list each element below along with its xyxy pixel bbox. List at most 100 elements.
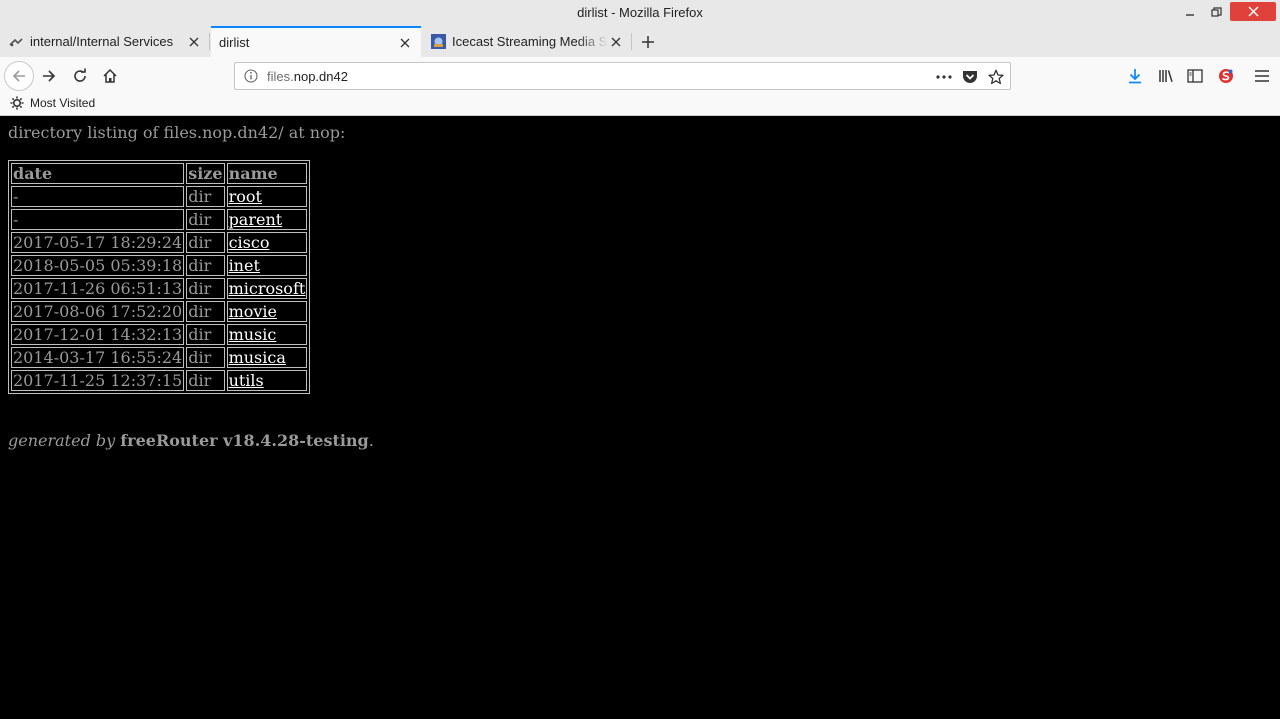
close-icon [400,38,410,47]
home-button[interactable] [99,66,121,86]
icecast-icon [430,34,446,50]
gear-icon [10,96,24,110]
tab-icecast[interactable]: Icecast Streaming Media Server [422,26,632,57]
tab-close-button[interactable] [397,35,413,51]
close-icon [611,37,621,46]
directory-link-inet[interactable]: inet [229,256,260,275]
row-name-cell: inet [226,255,308,276]
table-row: 2017-11-25 12:37:15 dir utils [11,370,308,391]
url-text[interactable]: files.nop.dn42 [267,69,348,84]
url-bar[interactable]: files.nop.dn42 [234,62,1011,90]
forward-button[interactable] [38,66,60,86]
column-header-date: date [11,163,185,184]
window-title: dirlist - Mozilla Firefox [577,5,703,20]
row-name-cell: parent [226,209,308,230]
tab-strip: internal/Internal Services dirlist Iceca… [0,26,1280,57]
row-size: dir [186,186,225,207]
close-window-button[interactable] [1230,2,1276,21]
row-date: 2017-05-17 18:29:24 [11,232,185,253]
row-date: 2017-08-06 17:52:20 [11,301,185,322]
pocket-button[interactable] [961,68,979,86]
close-icon [189,37,199,46]
directory-link-parent[interactable]: parent [229,210,283,229]
row-date: - [11,186,185,207]
reload-button[interactable] [69,66,91,86]
row-size: dir [186,370,225,391]
row-name-cell: root [226,186,308,207]
directory-link-musica[interactable]: musica [229,348,286,367]
bookmark-label: Most Visited [30,96,96,110]
tab-label: dirlist [219,35,250,50]
row-date: - [11,209,185,230]
table-row: - dir parent [11,209,308,230]
menu-button[interactable] [1251,66,1273,86]
table-row: 2018-05-05 05:39:18 dir inet [11,255,308,276]
site-info-icon[interactable] [244,69,258,83]
sidebar-icon [1187,69,1203,83]
tab-close-button[interactable] [608,34,624,50]
footer-period: . [368,431,374,450]
tab-dirlist[interactable]: dirlist [211,26,421,57]
table-row: - dir root [11,186,308,207]
tab-label: Icecast Streaming Media Server [452,34,608,49]
library-icon [1159,70,1173,83]
table-row: 2017-11-26 06:51:13 dir microsoft [11,278,308,299]
minimize-icon [1186,14,1194,16]
page-content: directory listing of files.nop.dn42/ at … [0,117,1280,719]
back-button[interactable] [4,61,34,91]
directory-table: date size name - dir root - dir parent 2… [8,160,311,394]
directory-link-utils[interactable]: utils [229,371,264,390]
tab-internal-services[interactable]: internal/Internal Services [0,26,210,57]
directory-link-movie[interactable]: movie [229,302,277,321]
reload-icon [74,68,86,82]
navigation-toolbar: files.nop.dn42 [0,57,1280,94]
row-date: 2017-12-01 14:32:13 [11,324,185,345]
star-icon [988,69,1004,85]
bookmarks-toolbar: Most Visited [0,94,1280,116]
extension-icon [1219,69,1233,83]
bookmark-most-visited[interactable]: Most Visited [10,96,95,110]
arrow-right-icon [43,70,56,82]
tab-label: internal/Internal Services [30,34,174,49]
download-icon [1129,69,1141,84]
row-name-cell: music [226,324,308,345]
directory-link-root[interactable]: root [229,187,262,206]
footer-product: freeRouter v18.4.28-testing [120,431,369,450]
table-row: 2017-12-01 14:32:13 dir music [11,324,308,345]
library-button[interactable] [1155,66,1177,86]
restore-icon [1210,6,1222,17]
row-size: dir [186,255,225,276]
column-header-size: size [186,163,225,184]
table-row: 2017-08-06 17:52:20 dir movie [11,301,308,322]
bookmark-star-button[interactable] [987,68,1005,86]
row-size: dir [186,347,225,368]
extension-button[interactable] [1215,66,1237,86]
row-name-cell: utils [226,370,308,391]
row-size: dir [186,209,225,230]
directory-link-microsoft[interactable]: microsoft [229,279,306,298]
row-size: dir [186,232,225,253]
router-icon [8,34,24,50]
url-prefix: files. [267,69,294,84]
page-footer: generated by freeRouter v18.4.28-testing… [8,431,374,450]
arrow-left-icon [12,70,25,82]
row-size: dir [186,324,225,345]
minimize-button[interactable] [1180,3,1200,21]
row-date: 2014-03-17 16:55:24 [11,347,185,368]
row-name-cell: microsoft [226,278,308,299]
restore-button[interactable] [1206,3,1226,21]
directory-link-cisco[interactable]: cisco [229,233,270,252]
tab-close-button[interactable] [186,34,202,50]
sidebar-button[interactable] [1184,66,1206,86]
table-row: 2017-05-17 18:29:24 dir cisco [11,232,308,253]
page-actions-button[interactable] [935,68,953,86]
plus-icon [642,36,654,48]
column-header-name: name [226,163,308,184]
close-icon [1247,6,1259,17]
directory-link-music[interactable]: music [229,325,277,344]
new-tab-button[interactable] [636,30,660,54]
table-header-row: date size name [11,163,308,184]
downloads-button[interactable] [1124,66,1146,86]
row-name-cell: movie [226,301,308,322]
url-domain: nop.dn42 [293,69,348,84]
